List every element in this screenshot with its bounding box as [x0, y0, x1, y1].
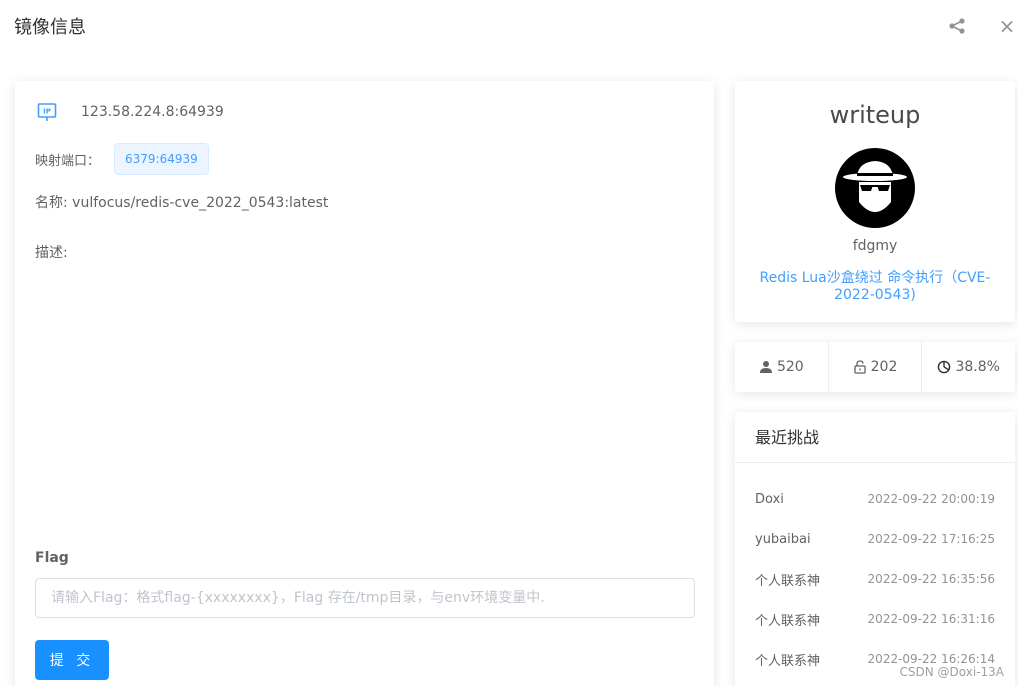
ip-icon: IP — [37, 103, 57, 121]
recent-title: 最近挑战 — [735, 412, 1015, 463]
user-icon — [759, 361, 772, 373]
list-item: 个人联系神 2022-09-22 16:31:16 — [735, 599, 1015, 639]
image-description: 描述: — [35, 245, 68, 261]
port-row: 映射端口： 6379:64939 — [35, 143, 209, 175]
submit-button[interactable]: 提 交 — [35, 640, 109, 680]
recent-challenges-card: 最近挑战 Doxi 2022-09-22 20:00:19 yubaibai 2… — [735, 412, 1015, 686]
stat-solved-value: 202 — [870, 359, 898, 375]
recent-user: yubaibai — [755, 531, 811, 547]
recent-time: 2022-09-22 17:16:25 — [867, 532, 995, 546]
stat-users-value: 520 — [776, 359, 804, 375]
close-icon[interactable]: × — [998, 16, 1016, 36]
image-detail-panel: IP 123.58.224.8:64939 映射端口： 6379:64939 名… — [15, 81, 714, 686]
share-icon[interactable] — [948, 17, 966, 35]
stats-bar: 520 202 38.8% — [735, 342, 1015, 392]
recent-user: 个人联系神 — [755, 613, 821, 629]
ip-row: IP 123.58.224.8:64939 — [37, 101, 224, 123]
image-name: 名称: vulfocus/redis-cve_2022_0543:latest — [35, 195, 329, 211]
vuln-title-link[interactable]: Redis Lua沙盒绕过 命令执行（CVE-2022-0543) — [755, 270, 995, 304]
recent-user: 个人联系神 — [755, 653, 821, 669]
recent-time: 2022-09-22 20:00:19 — [867, 492, 995, 506]
flag-label: Flag — [35, 550, 69, 566]
flag-input[interactable] — [35, 578, 695, 618]
svg-text:IP: IP — [43, 108, 51, 116]
recent-time: 2022-09-22 16:31:16 — [867, 612, 995, 626]
stat-users: 520 — [735, 342, 829, 392]
recent-list: Doxi 2022-09-22 20:00:19 yubaibai 2022-0… — [735, 463, 1015, 679]
unlock-icon — [853, 360, 866, 374]
port-tag: 6379:64939 — [114, 143, 209, 175]
stat-rate-value: 38.8% — [955, 359, 1000, 375]
pie-icon — [938, 360, 951, 374]
watermark: CSDN @Doxi-13A — [899, 665, 1004, 679]
list-item: yubaibai 2022-09-22 17:16:25 — [735, 519, 1015, 559]
list-item: Doxi 2022-09-22 20:00:19 — [735, 479, 1015, 519]
image-info-dialog: 镜像信息 × IP 123.58.224.8:64939 映射端口： 6379:… — [0, 0, 1018, 686]
dialog-title: 镜像信息 — [14, 17, 86, 38]
recent-user: 个人联系神 — [755, 573, 821, 589]
stat-solved: 202 — [829, 342, 923, 392]
ip-address: 123.58.224.8:64939 — [81, 104, 224, 120]
writeup-user: fdgmy — [852, 238, 898, 254]
list-item: 个人联系神 2022-09-22 16:35:56 — [735, 559, 1015, 599]
writeup-title: writeup — [829, 101, 921, 129]
recent-time: 2022-09-22 16:26:14 — [867, 652, 995, 666]
recent-user: Doxi — [755, 491, 784, 507]
avatar — [835, 148, 915, 228]
port-label: 映射端口： — [35, 153, 101, 169]
stat-rate: 38.8% — [922, 342, 1015, 392]
recent-time: 2022-09-22 16:35:56 — [867, 572, 995, 586]
writeup-card: writeup fdgmy Redis Lua沙盒绕过 命令执行（CVE-202… — [735, 81, 1015, 322]
